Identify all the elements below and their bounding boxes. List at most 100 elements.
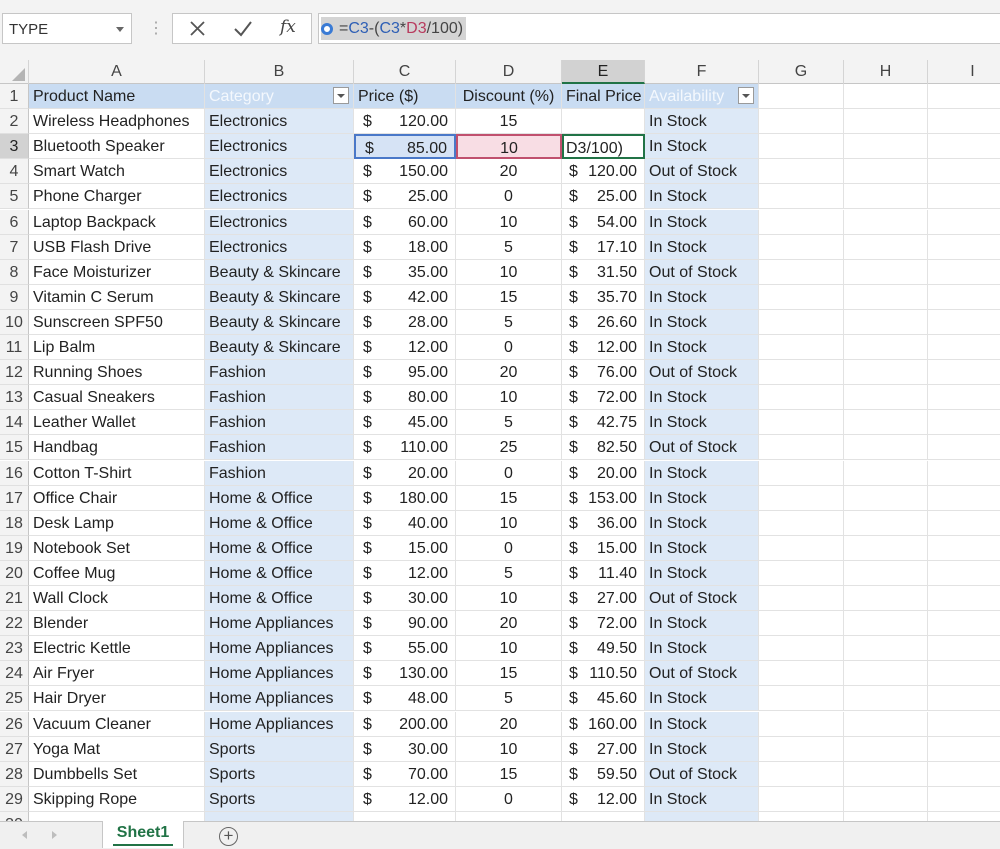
empty-cell[interactable]	[928, 762, 1000, 787]
empty-cell[interactable]	[29, 811, 205, 821]
cell-final-r16[interactable]: $20.00	[562, 460, 645, 486]
empty-cell[interactable]	[844, 360, 928, 386]
row-header[interactable]: 9	[0, 284, 29, 310]
row-header[interactable]: 2	[0, 109, 29, 135]
cell-price-r14[interactable]: $45.00	[354, 410, 456, 436]
cell-availability-r7[interactable]: In Stock	[645, 234, 759, 260]
row-header[interactable]: 4	[0, 159, 29, 185]
cell-product-r6[interactable]: Laptop Backpack	[29, 209, 205, 235]
cell-discount-r4[interactable]: 20	[456, 159, 562, 185]
cell-product-r27[interactable]: Yoga Mat	[29, 736, 205, 762]
tab-sheet1[interactable]: Sheet1	[102, 821, 184, 848]
cell-final-r14[interactable]: $42.75	[562, 410, 645, 436]
cell-final-r2[interactable]	[562, 109, 645, 135]
cell-discount-r15[interactable]: 25	[456, 435, 562, 461]
cell-final-r22[interactable]: $72.00	[562, 611, 645, 637]
cell-price-r12[interactable]: $95.00	[354, 360, 456, 386]
cell-price-r26[interactable]: $200.00	[354, 711, 456, 737]
row-header[interactable]: 22	[0, 611, 29, 637]
empty-cell[interactable]	[844, 109, 928, 135]
empty-cell[interactable]	[759, 535, 844, 561]
cell-discount-r8[interactable]: 10	[456, 259, 562, 285]
enter-checkmark-icon[interactable]	[231, 17, 255, 41]
cell-product-r18[interactable]: Desk Lamp	[29, 510, 205, 536]
empty-cell[interactable]	[844, 736, 928, 762]
cancel-icon[interactable]	[187, 16, 209, 40]
empty-cell[interactable]	[844, 560, 928, 586]
cell-price-r28[interactable]: $70.00	[354, 761, 456, 787]
cell-price-r3[interactable]: $85.00	[354, 134, 456, 160]
empty-cell[interactable]	[759, 209, 844, 235]
cell-price-r24[interactable]: $130.00	[354, 661, 456, 687]
empty-cell[interactable]	[928, 787, 1000, 812]
cell-product-r21[interactable]: Wall Clock	[29, 586, 205, 612]
empty-cell[interactable]	[928, 737, 1000, 762]
name-box-dropdown-icon[interactable]	[116, 27, 124, 32]
cell-final-r11[interactable]: $12.00	[562, 335, 645, 361]
cell-price-r4[interactable]: $150.00	[354, 159, 456, 185]
column-header-a[interactable]: A	[29, 60, 205, 84]
empty-cell[interactable]	[844, 335, 928, 361]
cell-category-r14[interactable]: Fashion	[205, 410, 354, 436]
cell-price-r9[interactable]: $42.00	[354, 284, 456, 310]
row-header[interactable]: 7	[0, 234, 29, 260]
cell-final-r9[interactable]: $35.70	[562, 284, 645, 310]
cell-availability-r10[interactable]: In Stock	[645, 309, 759, 335]
cell-product-r22[interactable]: Blender	[29, 611, 205, 637]
cell-price-r13[interactable]: $80.00	[354, 385, 456, 411]
row-header[interactable]: 1	[0, 84, 29, 110]
cell-product-r19[interactable]: Notebook Set	[29, 535, 205, 561]
cell-category-r13[interactable]: Fashion	[205, 385, 354, 411]
scroll-tabs-left-icon[interactable]	[22, 831, 27, 839]
cell-availability-r11[interactable]: In Stock	[645, 335, 759, 361]
cell-discount-r12[interactable]: 20	[456, 360, 562, 386]
cell-product-r3[interactable]: Bluetooth Speaker	[29, 134, 205, 160]
cell-category-r20[interactable]: Home & Office	[205, 560, 354, 586]
column-header-e[interactable]: E	[562, 60, 645, 84]
row-header[interactable]: 29	[0, 786, 29, 812]
cell-product-r25[interactable]: Hair Dryer	[29, 686, 205, 712]
header-price[interactable]: Price ($)	[354, 84, 456, 110]
empty-cell[interactable]	[928, 812, 1000, 821]
cell-price-r11[interactable]: $12.00	[354, 335, 456, 361]
formula-input[interactable]: =C3-(C3*D3/100)	[318, 13, 1000, 44]
cell-discount-r11[interactable]: 0	[456, 335, 562, 361]
cell-price-r6[interactable]: $60.00	[354, 209, 456, 235]
cell-final-r15[interactable]: $82.50	[562, 435, 645, 461]
empty-cell[interactable]	[759, 109, 844, 135]
cell-availability-r4[interactable]: Out of Stock	[645, 159, 759, 185]
empty-cell[interactable]	[562, 811, 645, 821]
empty-cell[interactable]	[844, 84, 928, 110]
empty-cell[interactable]	[844, 435, 928, 461]
cell-product-r20[interactable]: Coffee Mug	[29, 560, 205, 586]
row-header[interactable]: 30	[0, 811, 29, 821]
empty-cell[interactable]	[844, 586, 928, 612]
empty-cell[interactable]	[456, 811, 562, 821]
row-header[interactable]: 23	[0, 636, 29, 662]
empty-cell[interactable]	[844, 761, 928, 787]
cell-discount-r22[interactable]: 20	[456, 611, 562, 637]
cell-category-r22[interactable]: Home Appliances	[205, 611, 354, 637]
empty-cell[interactable]	[928, 184, 1000, 210]
empty-cell[interactable]	[759, 284, 844, 310]
add-sheet-button[interactable]: +	[219, 827, 238, 846]
row-header[interactable]: 11	[0, 335, 29, 361]
empty-cell[interactable]	[844, 184, 928, 210]
cell-product-r5[interactable]: Phone Charger	[29, 184, 205, 210]
cell-price-r16[interactable]: $20.00	[354, 460, 456, 486]
empty-cell[interactable]	[928, 310, 1000, 335]
empty-cell[interactable]	[759, 711, 844, 737]
cell-final-r19[interactable]: $15.00	[562, 535, 645, 561]
cell-price-r21[interactable]: $30.00	[354, 586, 456, 612]
cell-availability-r24[interactable]: Out of Stock	[645, 661, 759, 687]
cell-availability-r28[interactable]: Out of Stock	[645, 761, 759, 787]
empty-cell[interactable]	[205, 811, 354, 821]
empty-cell[interactable]	[759, 134, 844, 160]
cell-final-r28[interactable]: $59.50	[562, 761, 645, 787]
cell-category-r3[interactable]: Electronics	[205, 134, 354, 160]
row-header[interactable]: 24	[0, 661, 29, 687]
empty-cell[interactable]	[844, 134, 928, 160]
cell-discount-r5[interactable]: 0	[456, 184, 562, 210]
cell-discount-r6[interactable]: 10	[456, 209, 562, 235]
empty-cell[interactable]	[844, 284, 928, 310]
